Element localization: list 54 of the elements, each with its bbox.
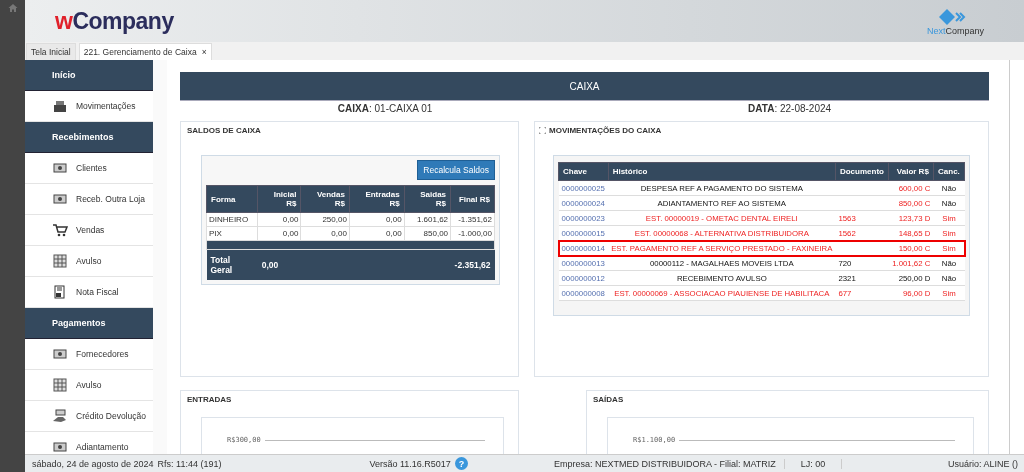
sidebar-item[interactable]: Avulso — [25, 246, 153, 277]
sidebar-item[interactable]: Avulso — [25, 370, 153, 401]
column-header: Valor R$ — [888, 162, 934, 181]
date-info: DATA: 22-08-2024 — [748, 103, 832, 116]
column-header: Saidas R$ — [404, 185, 451, 213]
sidebar-item[interactable]: Movimentações — [25, 91, 153, 122]
status-store: LJ: 00 — [784, 458, 843, 469]
money-icon — [52, 347, 68, 361]
company-logo: wCompany — [55, 7, 174, 35]
panel-title: ENTRADAS — [187, 395, 233, 404]
grid-icon — [52, 378, 68, 392]
sidebar-item[interactable]: Receb. Outra Loja — [25, 184, 153, 215]
sidebar-item[interactable]: Crédito Devolução — [25, 401, 153, 432]
grid-icon — [52, 254, 68, 268]
caixa-title-bar: CAIXA — [180, 72, 989, 101]
tab[interactable]: 221. Gerenciamento de Caixa × — [78, 43, 212, 60]
status-date: sábado, 24 de agosto de 2024 — [31, 458, 154, 469]
money-icon — [52, 161, 68, 175]
sidebar-section-header[interactable]: Início — [25, 60, 153, 91]
panel-title: SALDOS DE CAIXA — [187, 126, 262, 135]
status-refresh: Rfs: 11:44 (191) — [157, 458, 222, 469]
sidebar-section-header[interactable]: Pagamentos — [25, 308, 153, 339]
close-icon[interactable]: × — [201, 47, 207, 57]
panel-title: SAÍDAS — [593, 395, 625, 404]
column-header: Vendas R$ — [300, 185, 350, 213]
sidebar-item[interactable]: Vendas — [25, 215, 153, 246]
column-header: Inicial R$ — [257, 185, 301, 213]
sidebar-item[interactable]: Fornecedores — [25, 339, 153, 370]
panel-title: MOVIMENTAÇÕES DO CAIXA — [549, 126, 662, 135]
money-icon — [52, 192, 68, 206]
status-company: Empresa: NEXTMED DISTRIBUIDORA - Filial: MATRIZ — [553, 458, 785, 469]
column-header: Histórico — [608, 162, 836, 181]
sidebar-item[interactable]: Clientes — [25, 153, 153, 184]
column-header: Entradas R$ — [349, 185, 405, 213]
doc-icon — [52, 285, 68, 299]
status-user: Usuário: ALINE () — [947, 458, 1019, 469]
tab[interactable]: Tela Inicial — [26, 43, 76, 60]
cart-icon — [52, 223, 68, 237]
column-header: Documento — [835, 162, 889, 181]
sidebar-item[interactable]: Nota Fiscal — [25, 277, 153, 308]
caixa-info: CAIXA: 01-CAIXA 01 — [337, 103, 433, 116]
status-version: Versão 11.16.R5017 — [369, 458, 451, 469]
money-icon — [52, 440, 68, 454]
column-header: Final R$ — [450, 185, 495, 213]
sidebar-section-header[interactable]: Recebimentos — [25, 122, 153, 153]
home-icon[interactable] — [7, 3, 18, 13]
expand-icon[interactable] — [539, 127, 546, 134]
column-header: Chave — [558, 162, 609, 181]
column-header: Forma — [206, 185, 258, 213]
sidebar-item[interactable]: Adiantamento — [25, 432, 153, 454]
partner-logo-text: NextCompany — [926, 25, 984, 36]
total-label: Total Geral — [206, 249, 258, 280]
column-header: Canc. — [933, 162, 965, 181]
recalculate-button[interactable]: Recalcula Saldos — [417, 160, 495, 180]
